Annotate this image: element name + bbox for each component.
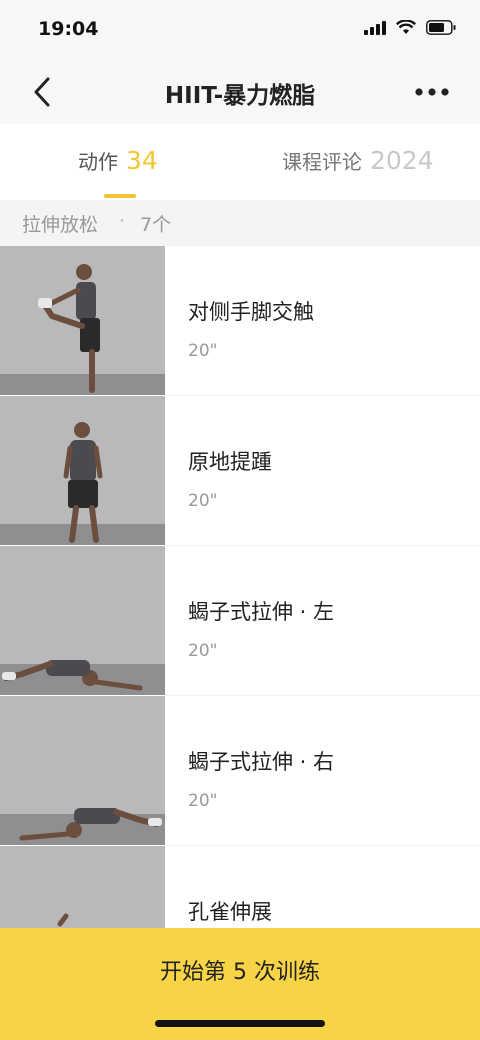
exercise-row[interactable]: 对侧手脚交触 20"	[0, 246, 480, 396]
exercise-thumbnail	[0, 396, 165, 546]
exercise-name: 原地提踵	[188, 450, 272, 474]
section-count: 7个	[140, 214, 172, 236]
page-title: HIIT-暴力燃脂	[164, 83, 316, 109]
exercise-duration: 20"	[188, 491, 218, 511]
nav-bar: HIIT-暴力燃脂	[0, 60, 480, 124]
section-header: 拉伸放松 · 7个	[0, 200, 480, 246]
start-training-button[interactable]: 开始第 5 次训练	[0, 928, 480, 1012]
exercise-duration: 20"	[188, 341, 218, 361]
tab-comments[interactable]: 课程评论 2024	[282, 146, 434, 175]
tab-bar: 动作 34 课程评论 2024	[0, 124, 480, 200]
exercise-row[interactable]: 孔雀伸展	[0, 846, 480, 928]
tab-active-indicator	[104, 194, 136, 198]
wifi-icon	[395, 19, 417, 39]
tab-comments-count: 2024	[370, 146, 434, 175]
exercise-thumbnail	[0, 246, 165, 396]
tab-actions-count: 34	[126, 146, 158, 175]
section-title: 拉伸放松	[22, 214, 99, 236]
exercise-row[interactable]: 原地提踵 20"	[0, 396, 480, 546]
exercise-name: 对侧手脚交触	[188, 300, 314, 324]
exercise-row[interactable]: 蝎子式拉伸 · 左 20"	[0, 546, 480, 696]
exercise-thumbnail	[0, 546, 165, 696]
exercise-name: 蝎子式拉伸 · 左	[188, 600, 335, 624]
signal-icon	[364, 20, 386, 39]
exercise-row[interactable]: 蝎子式拉伸 · 右 20"	[0, 696, 480, 846]
status-icons	[364, 19, 456, 39]
exercise-list: 对侧手脚交触 20" 原地提踵 20" 蝎子式拉伸 · 左 20" 蝎子式拉伸 …	[0, 246, 480, 928]
battery-icon	[426, 20, 456, 39]
status-time: 19:04	[38, 18, 99, 40]
exercise-thumbnail	[0, 696, 165, 846]
exercise-name: 蝎子式拉伸 · 右	[188, 750, 335, 774]
more-button[interactable]	[412, 74, 452, 110]
tab-actions[interactable]: 动作 34	[78, 146, 158, 175]
exercise-duration: 20"	[188, 791, 218, 811]
exercise-name: 孔雀伸展	[188, 900, 272, 924]
start-training-bar: 开始第 5 次训练	[0, 928, 480, 1040]
tab-actions-label: 动作	[78, 150, 118, 174]
tab-comments-label: 课程评论	[282, 150, 362, 174]
exercise-thumbnail	[0, 846, 165, 928]
section-separator: ·	[119, 210, 126, 232]
home-indicator	[155, 1020, 325, 1027]
status-bar: 19:04	[0, 0, 480, 60]
exercise-duration: 20"	[188, 641, 218, 661]
more-dots-icon	[415, 88, 449, 96]
